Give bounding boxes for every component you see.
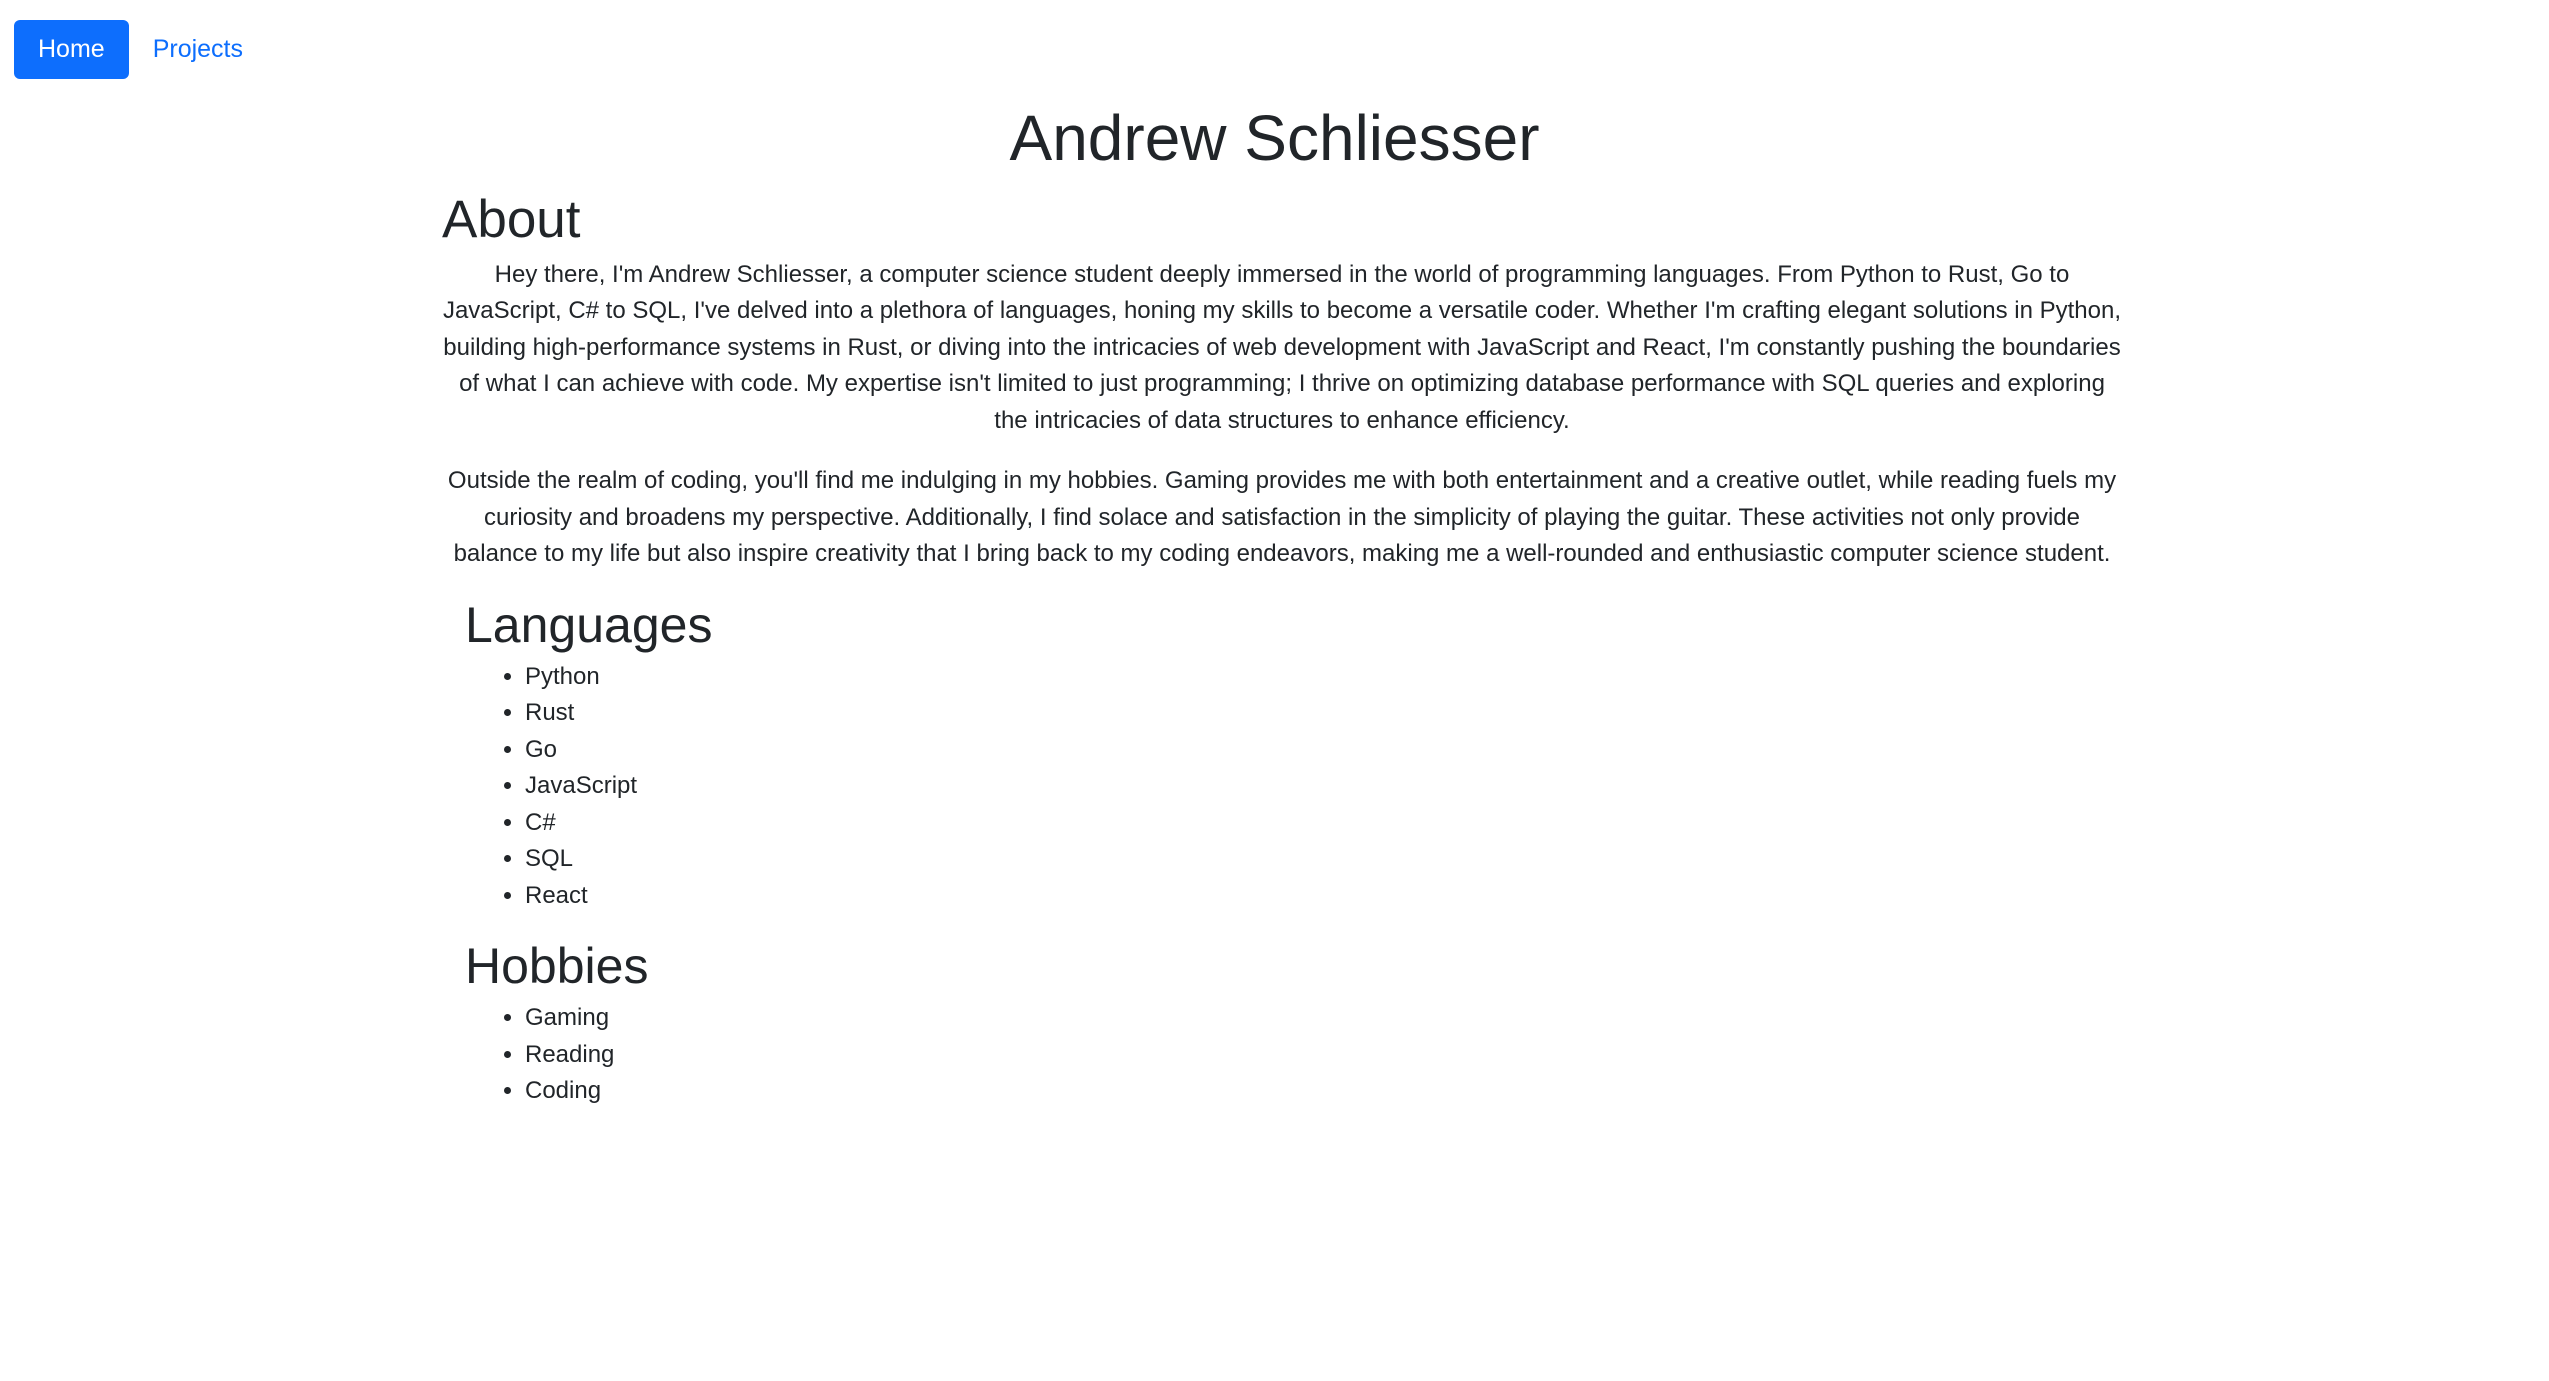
languages-list: Python Rust Go JavaScript C# SQL React: [465, 659, 2122, 915]
hobbies-heading: Hobbies: [465, 938, 649, 995]
list-item: Rust: [525, 695, 2122, 732]
list-item: React: [525, 878, 2122, 915]
page-title: Andrew Schliesser: [1009, 102, 1540, 174]
nav-projects-link[interactable]: Projects: [129, 20, 267, 79]
list-item: Coding: [525, 1073, 2122, 1110]
list-item: Go: [525, 732, 2122, 769]
hobbies-section: Hobbies Gaming Reading Coding: [465, 936, 2122, 1110]
list-item: JavaScript: [525, 768, 2122, 805]
hobbies-list: Gaming Reading Coding: [465, 1000, 2122, 1110]
languages-heading: Languages: [465, 596, 713, 653]
about-heading: About: [442, 190, 581, 249]
list-item: C#: [525, 805, 2122, 842]
about-paragraph: Outside the realm of coding, you'll find…: [447, 467, 2117, 568]
list-item: SQL: [525, 841, 2122, 878]
languages-section: Languages Python Rust Go JavaScript C# S…: [465, 595, 2122, 915]
list-item: Reading: [525, 1037, 2122, 1074]
list-item: Python: [525, 659, 2122, 696]
about-paragraph: Hey there, I'm Andrew Schliesser, a comp…: [442, 260, 2122, 434]
main-content: About Hey there, I'm Andrew Schliesser, …: [442, 188, 2122, 1110]
nav-home-button[interactable]: Home: [14, 20, 129, 79]
top-nav: Home Projects: [14, 20, 267, 79]
list-item: Gaming: [525, 1000, 2122, 1037]
